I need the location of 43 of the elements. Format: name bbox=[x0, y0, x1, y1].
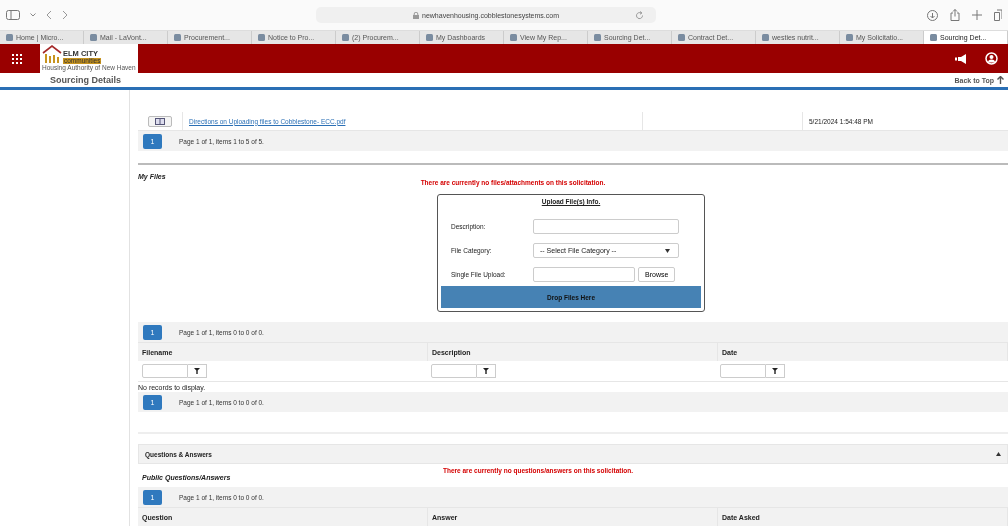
forward-icon[interactable] bbox=[62, 10, 68, 20]
favicon-icon bbox=[678, 34, 685, 41]
view-button[interactable] bbox=[148, 115, 172, 127]
filter-icon bbox=[483, 368, 489, 374]
book-icon bbox=[155, 117, 165, 125]
favicon-icon bbox=[594, 34, 601, 41]
filter-button[interactable] bbox=[766, 364, 785, 378]
favicon-icon bbox=[510, 34, 517, 41]
plus-icon[interactable] bbox=[972, 10, 982, 20]
page-title: Sourcing Details bbox=[50, 75, 121, 85]
chevron-down-icon[interactable] bbox=[30, 13, 36, 17]
sidebar-icon[interactable] bbox=[6, 10, 20, 20]
favicon-icon bbox=[930, 34, 937, 41]
favicon-icon bbox=[426, 34, 433, 41]
favicon-icon bbox=[762, 34, 769, 41]
filter-button[interactable] bbox=[188, 364, 207, 378]
favicon-icon bbox=[342, 34, 349, 41]
user-icon[interactable] bbox=[985, 52, 998, 65]
favicon-icon bbox=[258, 34, 265, 41]
lock-icon bbox=[413, 11, 419, 19]
favicon-icon bbox=[6, 34, 13, 41]
filter-field[interactable] bbox=[142, 364, 188, 378]
megaphone-icon[interactable] bbox=[955, 53, 967, 64]
house-logo-icon bbox=[42, 45, 62, 64]
favicon-icon bbox=[174, 34, 181, 41]
filter-field[interactable] bbox=[720, 364, 766, 378]
tabs-overview-icon[interactable] bbox=[994, 9, 1002, 21]
filter-button[interactable] bbox=[477, 364, 496, 378]
collapse-caret-icon[interactable] bbox=[996, 452, 1001, 456]
share-icon[interactable] bbox=[950, 9, 960, 21]
back-icon[interactable] bbox=[46, 10, 52, 20]
filter-icon bbox=[772, 368, 778, 374]
favicon-icon bbox=[846, 34, 853, 41]
filter-field[interactable] bbox=[431, 364, 477, 378]
app-grid-icon[interactable] bbox=[12, 53, 22, 64]
arrow-up-icon bbox=[997, 76, 1004, 84]
filter-icon bbox=[194, 368, 200, 374]
text-field[interactable] bbox=[533, 219, 679, 234]
favicon-icon bbox=[90, 34, 97, 41]
reload-icon[interactable] bbox=[635, 11, 644, 20]
caret-icon bbox=[665, 248, 670, 253]
file-field[interactable] bbox=[533, 267, 635, 282]
download-icon[interactable] bbox=[927, 9, 938, 21]
